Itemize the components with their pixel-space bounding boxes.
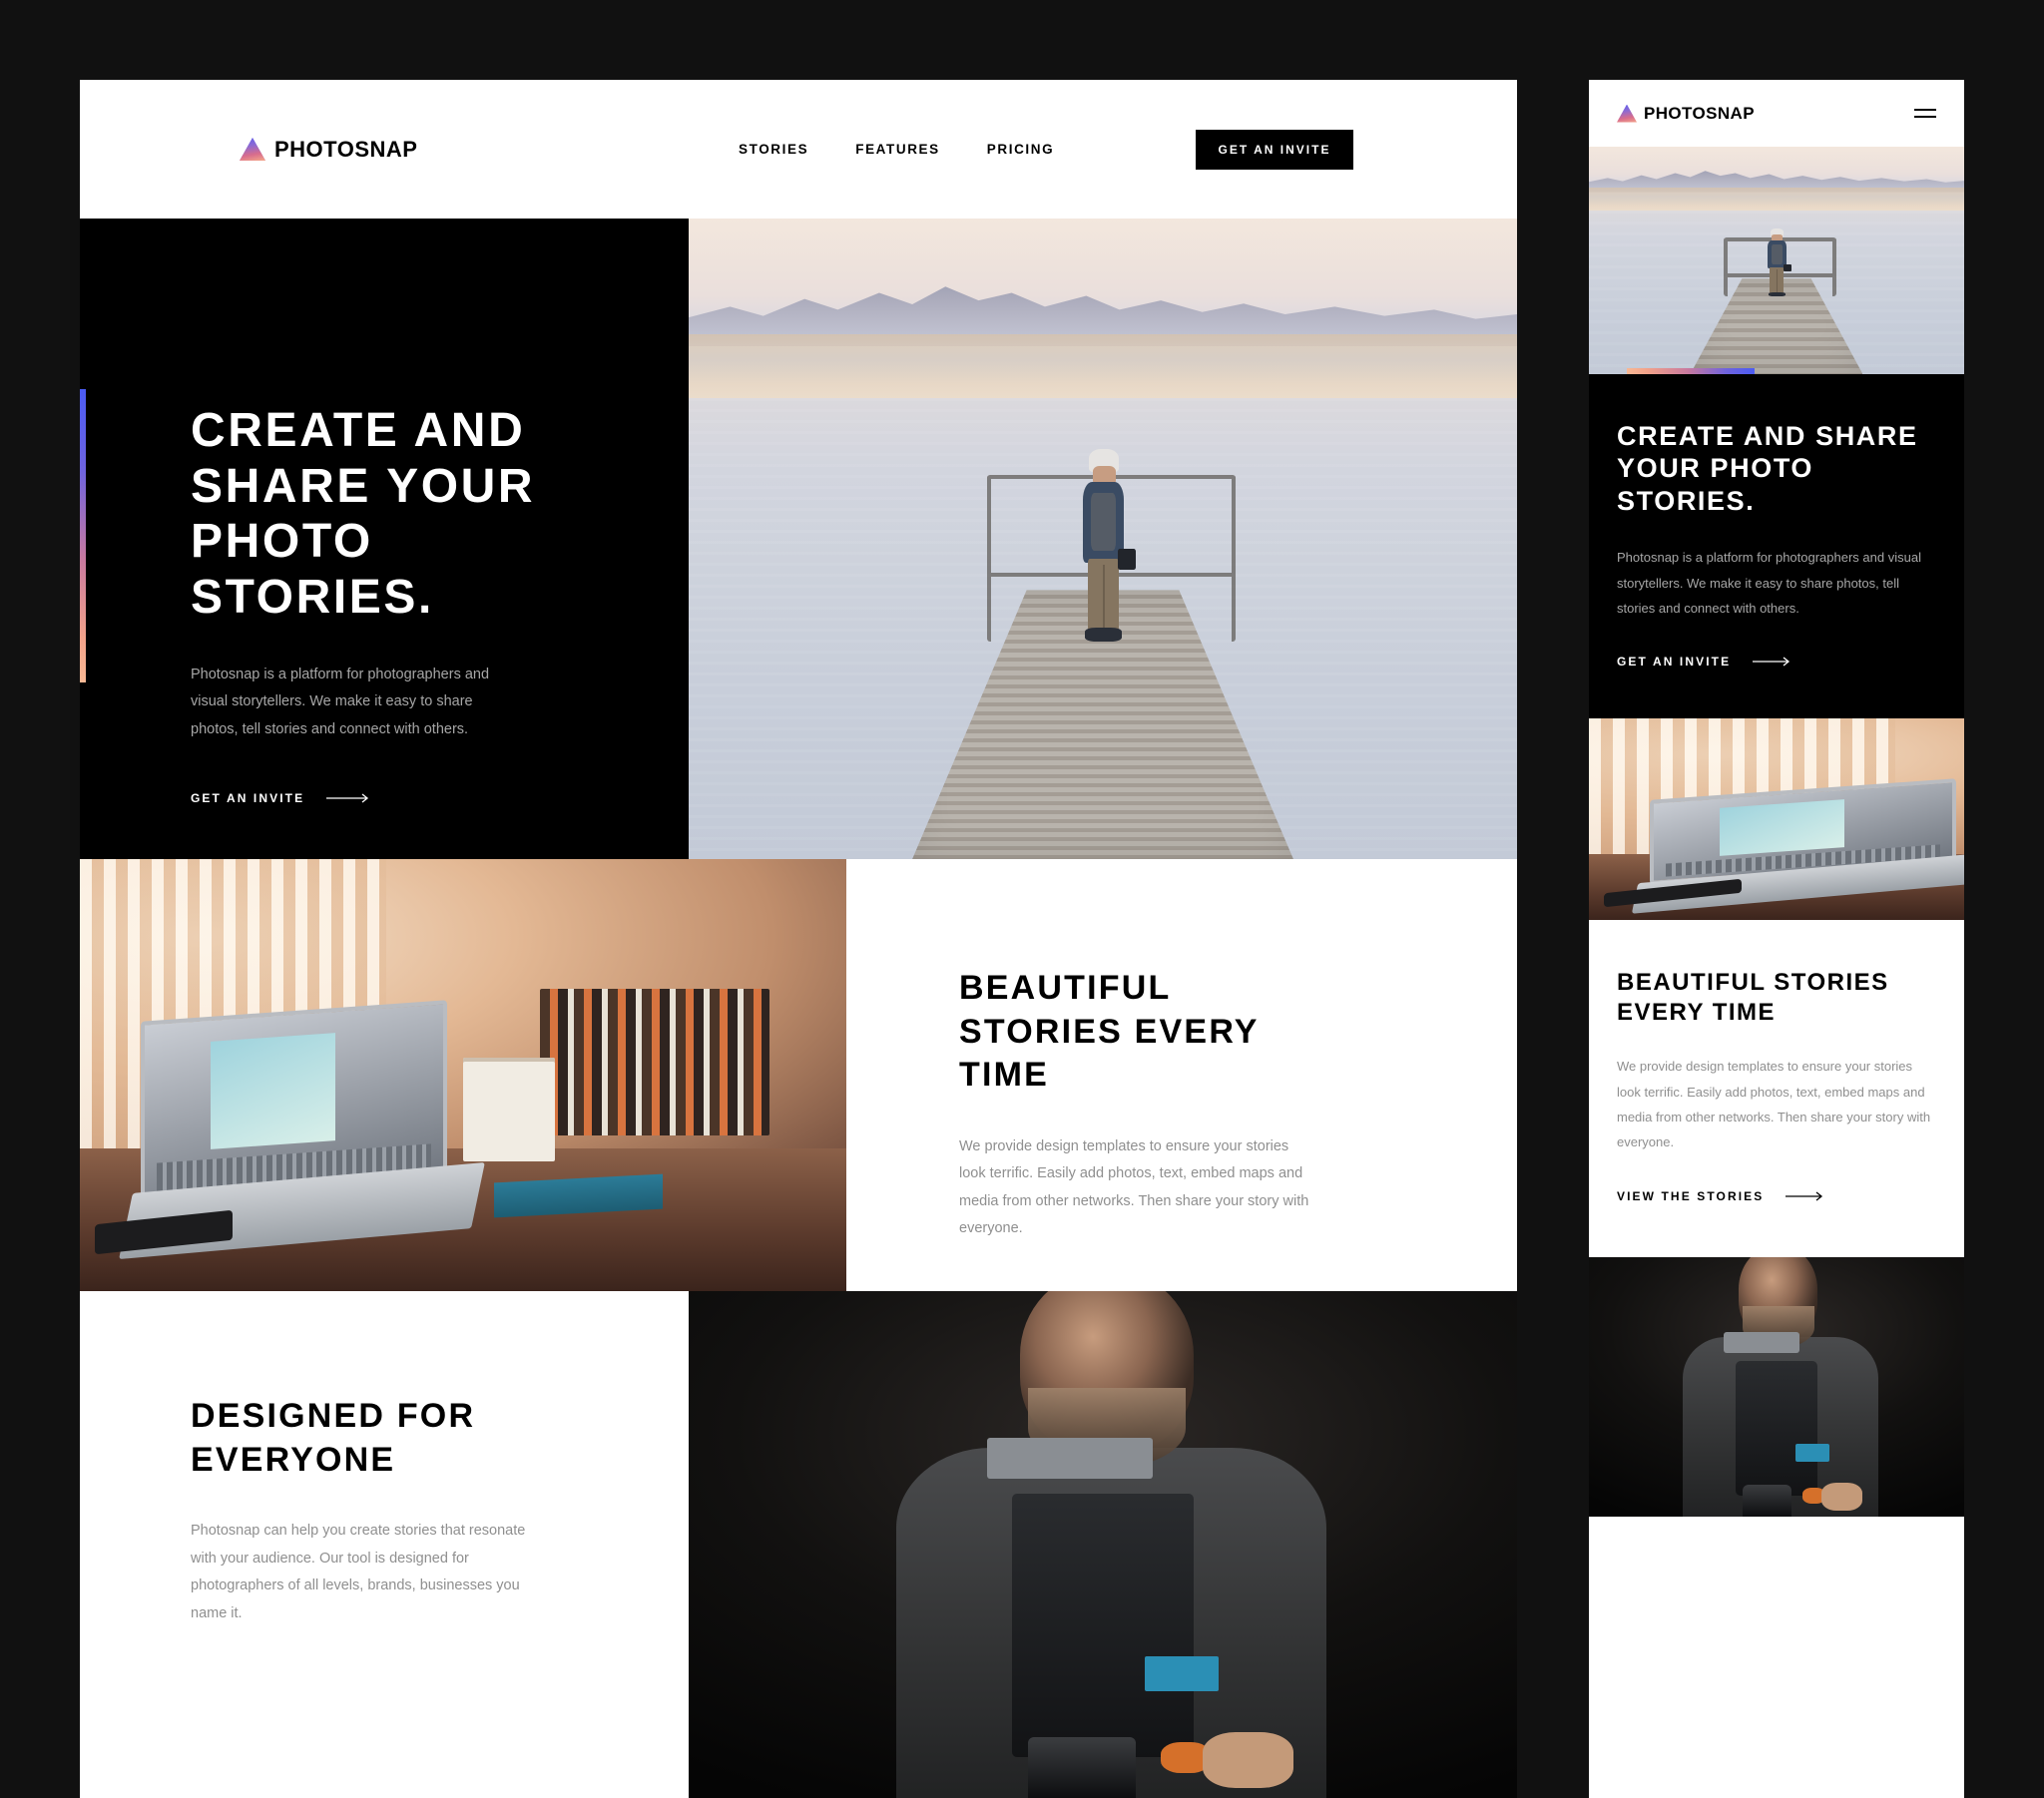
desk-laptop-photo bbox=[80, 859, 846, 1291]
mobile-stories-heading: BEAUTIFUL STORIES EVERY TIME bbox=[1617, 969, 1889, 1027]
hero-heading: CREATE AND SHARE YOUR PHOTO STORIES. bbox=[191, 404, 536, 625]
field-monitor-shape bbox=[986, 1438, 1153, 1479]
nav-item-pricing[interactable]: PRICING bbox=[987, 142, 1054, 157]
mobile-view-the-stories-link[interactable]: VIEW THE STORIES bbox=[1617, 1189, 1823, 1203]
shoes-shape bbox=[1085, 628, 1123, 642]
stories-body: We provide design templates to ensure yo… bbox=[959, 1137, 1309, 1237]
designed-text-panel: DESIGNED FOR EVERYONE Photosnap can help… bbox=[80, 1291, 689, 1798]
hamburger-line bbox=[1914, 109, 1936, 111]
mobile-header: PHOTOSNAP bbox=[1589, 80, 1964, 147]
mobile-mockup: PHOTOSNAP CREATE AND SHARE YOUR PHOTO ST… bbox=[1589, 80, 1964, 1798]
mobile-hero-text-panel: CREATE AND SHARE YOUR PHOTO STORIES. Pho… bbox=[1589, 374, 1964, 719]
mobile-brand-logo[interactable]: PHOTOSNAP bbox=[1617, 104, 1755, 124]
mobile-stories-body: We provide design templates to ensure yo… bbox=[1617, 1059, 1931, 1150]
camera-lens-shape bbox=[1028, 1737, 1137, 1798]
books-shape bbox=[539, 988, 770, 1136]
calendar-shape bbox=[463, 1058, 556, 1162]
field-monitor-shape bbox=[1724, 1331, 1799, 1353]
hamburger-menu-icon[interactable] bbox=[1914, 104, 1936, 123]
mobile-hero-dock-photo bbox=[1589, 147, 1964, 374]
triangle-logo-icon bbox=[1617, 104, 1637, 123]
arrow-right-icon bbox=[1753, 657, 1790, 667]
blue-battery-shape bbox=[1144, 1655, 1220, 1692]
camera-lens-shape bbox=[1743, 1485, 1792, 1517]
hero-dock-photo bbox=[689, 219, 1517, 859]
desktop-header: PHOTOSNAP STORIES FEATURES PRICING GET A… bbox=[80, 80, 1517, 219]
backpack-shape bbox=[1091, 493, 1117, 552]
mobile-brand-name: PHOTOSNAP bbox=[1644, 103, 1755, 123]
shoes-shape bbox=[1768, 291, 1786, 297]
mobile-desk-laptop-photo bbox=[1589, 718, 1964, 921]
desktop-mockup: PHOTOSNAP STORIES FEATURES PRICING GET A… bbox=[80, 80, 1517, 1798]
stories-heading: BEAUTIFUL STORIES EVERY TIME bbox=[959, 969, 1260, 1095]
designed-for-everyone-section: DESIGNED FOR EVERYONE Photosnap can help… bbox=[80, 1291, 1517, 1798]
camera-rig-shape bbox=[1735, 1360, 1818, 1496]
shoreline-shape bbox=[1589, 188, 1964, 214]
beautiful-stories-section: BEAUTIFUL STORIES EVERY TIME We provide … bbox=[80, 859, 1517, 1305]
nav-item-stories[interactable]: STORIES bbox=[739, 142, 808, 157]
brand-logo[interactable]: PHOTOSNAP bbox=[240, 137, 417, 163]
shoreline-shape bbox=[689, 333, 1517, 405]
hero-body: Photosnap is a platform for photographer… bbox=[191, 666, 490, 737]
mobile-hero-heading: CREATE AND SHARE YOUR PHOTO STORIES. bbox=[1617, 421, 1918, 516]
mobile-stories-cta-label: VIEW THE STORIES bbox=[1617, 1188, 1765, 1203]
canvas: PHOTOSNAP STORIES FEATURES PRICING GET A… bbox=[0, 0, 2044, 1798]
designed-heading: DESIGNED FOR EVERYONE bbox=[191, 1397, 476, 1479]
stories-text-panel: BEAUTIFUL STORIES EVERY TIME We provide … bbox=[846, 859, 1517, 1305]
legs-shape bbox=[1088, 558, 1120, 633]
backpack-shape bbox=[1771, 243, 1783, 265]
gradient-accent-bar bbox=[1627, 368, 1755, 374]
legs-shape bbox=[1770, 267, 1785, 294]
hero-get-an-invite-link[interactable]: GET AN INVITE bbox=[191, 791, 369, 805]
camera-rig-shape bbox=[1011, 1494, 1195, 1758]
mobile-videographer-photo bbox=[1589, 1256, 1964, 1517]
camera-shape bbox=[1783, 263, 1791, 272]
hero-cta-label: GET AN INVITE bbox=[191, 791, 305, 806]
hand-shape bbox=[1202, 1731, 1293, 1788]
mobile-hero-body: Photosnap is a platform for photographer… bbox=[1617, 550, 1921, 616]
designed-body: Photosnap can help you create stories th… bbox=[191, 1523, 526, 1621]
hero-section: CREATE AND SHARE YOUR PHOTO STORIES. Pho… bbox=[80, 219, 1517, 859]
hand-shape bbox=[1821, 1482, 1863, 1512]
hamburger-line bbox=[1914, 116, 1936, 118]
arrow-right-icon bbox=[326, 793, 369, 803]
get-an-invite-button[interactable]: GET AN INVITE bbox=[1196, 129, 1353, 170]
triangle-logo-icon bbox=[240, 138, 265, 161]
mobile-hero-cta-label: GET AN INVITE bbox=[1617, 655, 1732, 670]
photographer-figure bbox=[1078, 449, 1136, 642]
mobile-stories-text-panel: BEAUTIFUL STORIES EVERY TIME We provide … bbox=[1589, 920, 1964, 1257]
photographer-figure bbox=[1766, 228, 1791, 297]
hero-text-panel: CREATE AND SHARE YOUR PHOTO STORIES. Pho… bbox=[80, 219, 689, 859]
blue-battery-shape bbox=[1794, 1443, 1829, 1462]
nav-item-features[interactable]: FEATURES bbox=[855, 142, 940, 157]
brand-name: PHOTOSNAP bbox=[274, 136, 418, 162]
arrow-right-icon bbox=[1786, 1191, 1823, 1201]
camera-shape bbox=[1118, 549, 1136, 571]
primary-nav: STORIES FEATURES PRICING bbox=[739, 142, 1054, 157]
gradient-accent-bar bbox=[80, 389, 86, 682]
videographer-photo bbox=[689, 1291, 1517, 1798]
mobile-get-an-invite-link[interactable]: GET AN INVITE bbox=[1617, 655, 1790, 669]
